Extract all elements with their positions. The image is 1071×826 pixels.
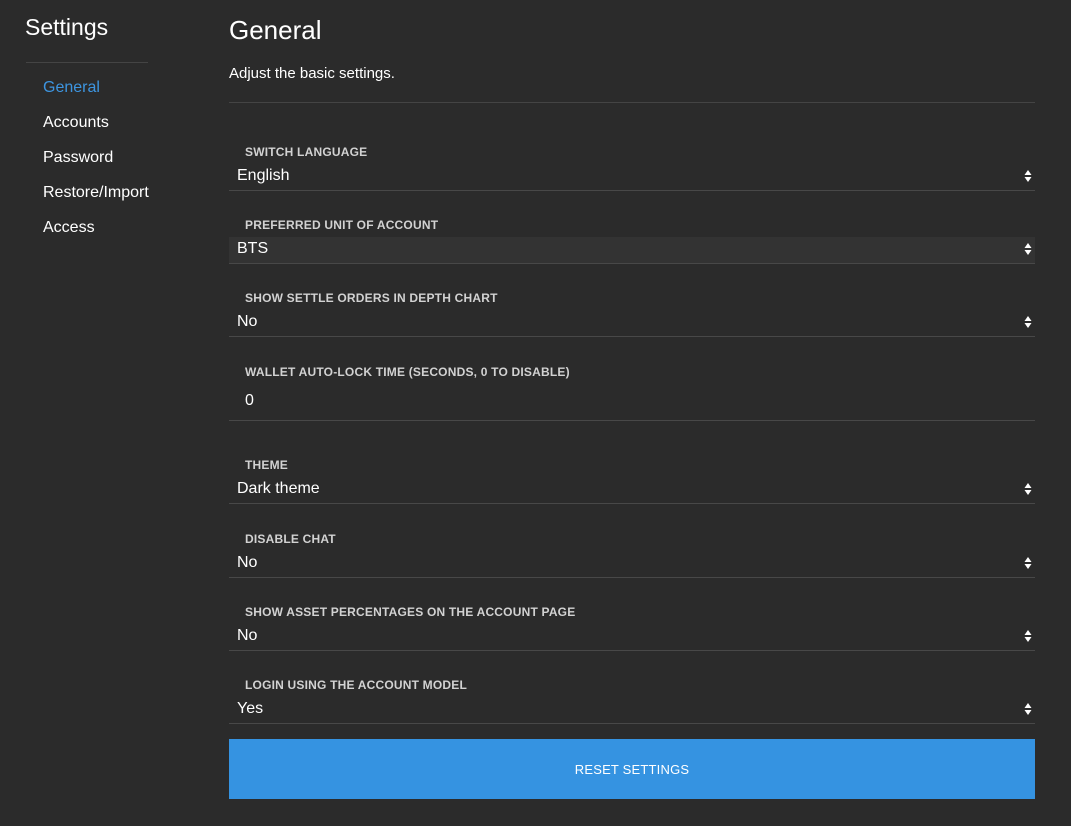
select-arrows-icon — [1024, 483, 1032, 495]
auto-lock-field-wrapper — [229, 384, 1035, 421]
settle-orders-select[interactable]: No — [229, 310, 1035, 337]
auto-lock-time-input[interactable] — [229, 384, 1035, 418]
select-value: No — [237, 627, 258, 644]
sidebar-item-password[interactable]: Password — [43, 148, 149, 183]
select-value: Dark theme — [237, 480, 320, 497]
select-value: Yes — [237, 700, 264, 717]
setting-label: DISABLE CHAT — [245, 532, 336, 546]
sidebar-divider — [26, 62, 148, 63]
select-value: No — [237, 313, 258, 330]
sidebar-item-restore-import[interactable]: Restore/Import — [43, 183, 149, 218]
sidebar-item-accounts[interactable]: Accounts — [43, 113, 149, 148]
theme-select[interactable]: Dark theme — [229, 477, 1035, 504]
select-value: BTS — [237, 240, 269, 257]
setting-label: THEME — [245, 458, 288, 472]
sidebar-nav: General Accounts Password Restore/Import… — [43, 78, 149, 253]
sidebar-item-general[interactable]: General — [43, 78, 149, 113]
select-arrows-icon — [1024, 557, 1032, 569]
setting-label: SHOW ASSET PERCENTAGES ON THE ACCOUNT PA… — [245, 605, 576, 619]
setting-label: LOGIN USING THE ACCOUNT MODEL — [245, 678, 468, 692]
reset-settings-button[interactable]: RESET SETTINGS — [229, 739, 1035, 799]
language-select[interactable]: English — [229, 164, 1035, 191]
select-value: English — [237, 167, 290, 184]
select-arrows-icon — [1024, 243, 1032, 255]
sidebar-title: Settings — [25, 14, 109, 40]
select-arrows-icon — [1024, 316, 1032, 328]
header-divider — [229, 102, 1035, 103]
disable-chat-select[interactable]: No — [229, 551, 1035, 578]
sidebar: Settings General Accounts Password Resto… — [0, 0, 200, 826]
setting-label: WALLET AUTO-LOCK TIME (SECONDS, 0 TO DIS… — [245, 365, 570, 379]
setting-label: SWITCH LANGUAGE — [245, 145, 368, 159]
login-account-model-select[interactable]: Yes — [229, 697, 1035, 724]
unit-of-account-select[interactable]: BTS — [229, 237, 1035, 264]
select-value: No — [237, 554, 258, 571]
select-arrows-icon — [1024, 170, 1032, 182]
setting-label: PREFERRED UNIT OF ACCOUNT — [245, 218, 439, 232]
asset-percentages-select[interactable]: No — [229, 624, 1035, 651]
select-arrows-icon — [1024, 630, 1032, 642]
page-subtitle: Adjust the basic settings. — [229, 65, 395, 82]
setting-label: SHOW SETTLE ORDERS IN DEPTH CHART — [245, 291, 498, 305]
sidebar-item-access[interactable]: Access — [43, 218, 149, 253]
select-arrows-icon — [1024, 703, 1032, 715]
page-title: General — [229, 15, 322, 45]
